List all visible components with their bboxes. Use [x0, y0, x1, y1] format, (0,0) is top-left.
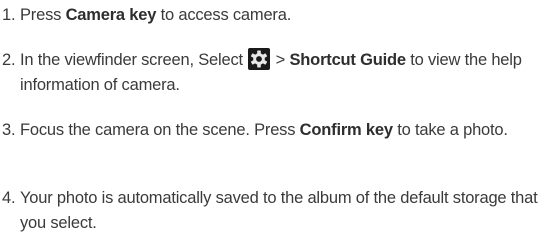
confirm-key-label: Confirm key [299, 121, 393, 139]
camera-key-label: Camera key [65, 6, 157, 24]
step-text-separator: > [271, 51, 290, 69]
step-text-post: to take a photo. [392, 121, 508, 139]
shortcut-guide-label: Shortcut Guide [289, 51, 407, 69]
step-text-pre: In the viewfinder screen, Select [20, 51, 248, 69]
step-text: Press Camera key to access camera. [20, 3, 556, 28]
step-number: 2. [2, 51, 16, 69]
camera-settings-gear-icon [248, 48, 271, 70]
step-text: Focus the camera on the scene. Press Con… [20, 118, 556, 143]
step-number: 3. [2, 121, 16, 139]
step-2: 2. In the viewfinder screen, Select > Sh… [0, 48, 556, 97]
step-3: 3. Focus the camera on the scene. Press … [0, 118, 556, 143]
step-text-post: to access camera. [156, 6, 292, 24]
step-text: Your photo is automatically saved to the… [20, 189, 538, 232]
step-text-pre: Focus the camera on the scene. Press [20, 121, 300, 139]
step-text-pre: Press [20, 6, 66, 24]
step-4: 4. Your photo is automatically saved to … [0, 186, 556, 235]
step-text: In the viewfinder screen, Select > Short… [20, 48, 556, 97]
step-number: 1. [2, 6, 16, 24]
step-1: 1. Press Camera key to access camera. [0, 3, 556, 28]
step-number: 4. [2, 189, 16, 207]
